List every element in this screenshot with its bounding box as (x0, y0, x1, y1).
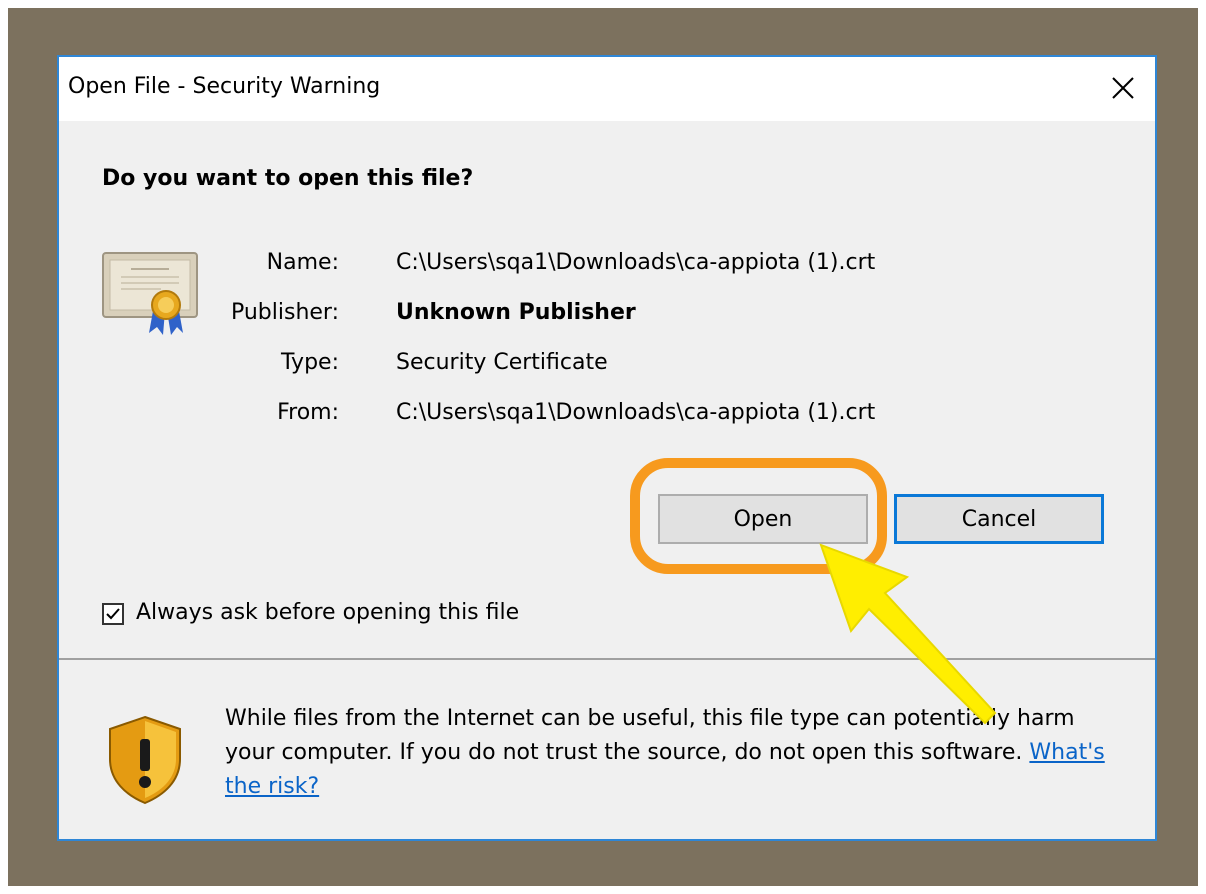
checkmark-icon (106, 608, 120, 620)
warning-text: While files from the Internet can be use… (225, 706, 1075, 765)
security-warning-dialog: Open File - Security Warning Do you want… (57, 55, 1157, 841)
close-button[interactable] (1093, 59, 1153, 117)
warning-shield-icon (109, 715, 181, 805)
publisher-label: Publisher: (230, 300, 339, 325)
name-label: Name: (266, 250, 339, 275)
warning-message: While files from the Internet can be use… (225, 702, 1125, 804)
dialog-question: Do you want to open this file? (102, 166, 474, 191)
from-label: From: (277, 400, 339, 425)
title-bar: Open File - Security Warning (59, 57, 1155, 121)
open-button[interactable]: Open (658, 494, 868, 544)
always-ask-label: Always ask before opening this file (136, 600, 520, 625)
type-label: Type: (281, 350, 339, 375)
close-icon (1112, 77, 1134, 99)
cancel-button[interactable]: Cancel (894, 494, 1104, 544)
from-value: C:\Users\sqa1\Downloads\ca-appiota (1).c… (396, 400, 876, 425)
name-value: C:\Users\sqa1\Downloads\ca-appiota (1).c… (396, 250, 876, 275)
dialog-title: Open File - Security Warning (68, 74, 381, 99)
type-value: Security Certificate (396, 350, 608, 375)
always-ask-checkbox[interactable] (102, 603, 124, 625)
publisher-value: Unknown Publisher (396, 300, 636, 325)
divider (59, 658, 1155, 660)
